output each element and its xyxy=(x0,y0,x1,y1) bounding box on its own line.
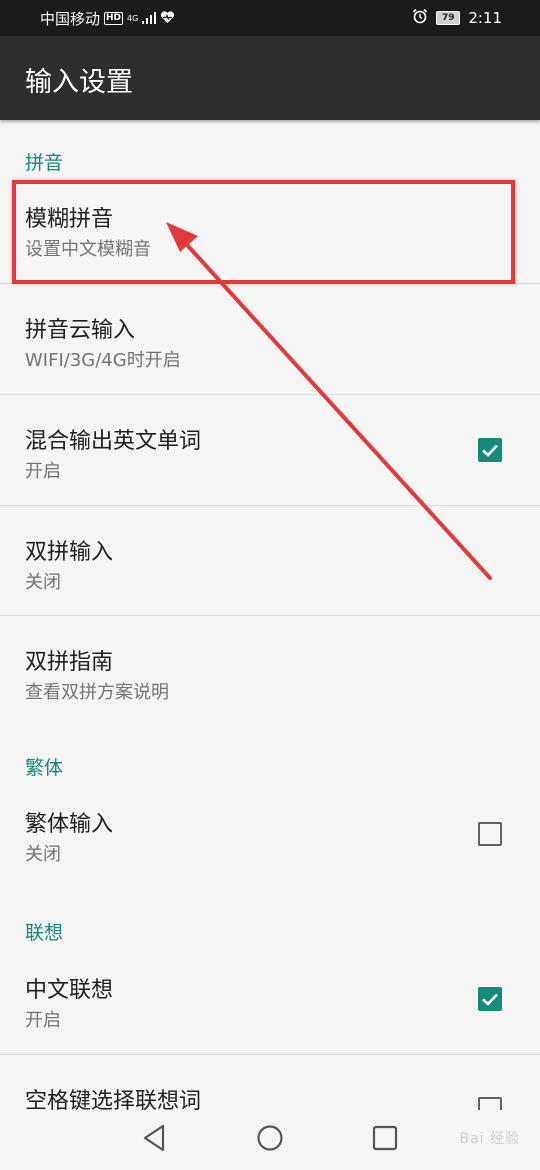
recents-icon[interactable] xyxy=(372,1123,398,1157)
annotation-arrow xyxy=(166,222,492,580)
home-icon[interactable] xyxy=(256,1123,284,1157)
back-icon[interactable] xyxy=(141,1123,167,1157)
navigation-bar: Bai 经验 xyxy=(0,1110,540,1170)
watermark-label: Bai 经验 xyxy=(459,1131,520,1147)
